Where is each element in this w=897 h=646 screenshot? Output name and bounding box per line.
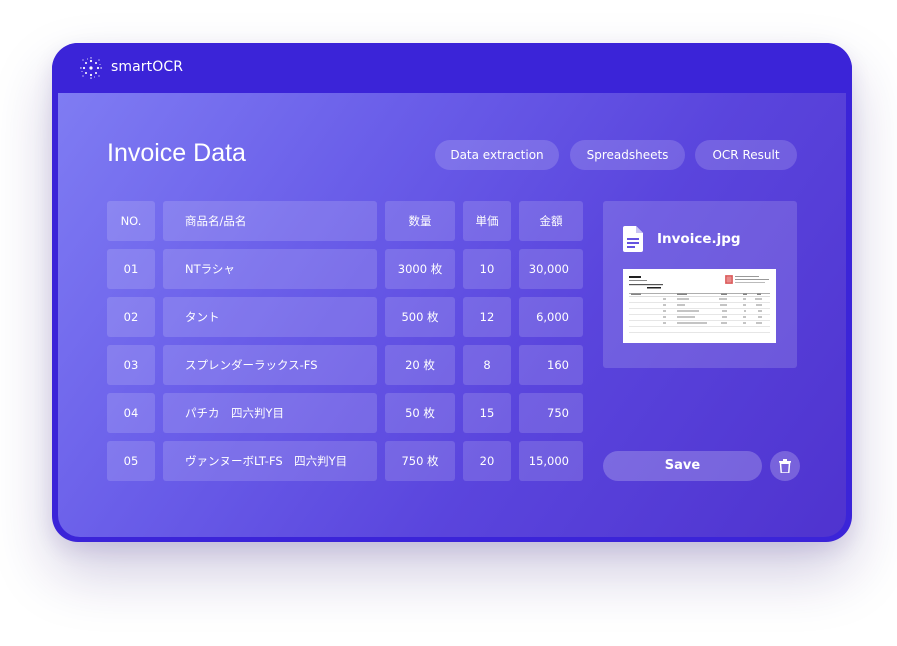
trash-icon <box>779 459 791 473</box>
page-title: Invoice Data <box>107 139 246 167</box>
table-cell-name: タント <box>163 297 377 337</box>
tab-ocr-result[interactable]: OCR Result <box>695 140 797 170</box>
table-cell-price: 8 <box>463 345 511 385</box>
tab-data-extraction[interactable]: Data extraction <box>435 140 559 170</box>
table-cell-name: スプレンダーラックス-FS <box>163 345 377 385</box>
table-cell-amount: 750 <box>519 393 583 433</box>
table-cell-amount: 30,000 <box>519 249 583 289</box>
save-button[interactable]: Save <box>603 451 762 481</box>
title-bar: smartOCR <box>52 43 852 93</box>
invoice-thumbnail[interactable] <box>623 269 776 343</box>
table-cell-no: 02 <box>107 297 155 337</box>
file-preview-card[interactable]: Invoice.jpg <box>603 201 797 368</box>
app-name: smartOCR <box>111 59 184 75</box>
tab-spreadsheets[interactable]: Spreadsheets <box>570 140 685 170</box>
table-cell-no: 01 <box>107 249 155 289</box>
table-cell-price: 10 <box>463 249 511 289</box>
invoice-thumbnail-image <box>623 269 776 343</box>
file-name: Invoice.jpg <box>657 231 741 247</box>
table-cell-amount: 6,000 <box>519 297 583 337</box>
delete-button[interactable] <box>770 451 800 481</box>
table-cell-price: 12 <box>463 297 511 337</box>
table-cell-name: パチカ 四六判Y目 <box>163 393 377 433</box>
table-cell-price: 20 <box>463 441 511 481</box>
table-cell-amount: 160 <box>519 345 583 385</box>
table-cell-no: 05 <box>107 441 155 481</box>
table-cell-qty: 750 枚 <box>385 441 455 481</box>
document-icon <box>623 226 643 252</box>
table-cell-price: 15 <box>463 393 511 433</box>
column-header-amount: 金額 <box>519 201 583 241</box>
table-cell-no: 03 <box>107 345 155 385</box>
app-window: smartOCR Invoice Data Data extraction Sp… <box>52 43 852 542</box>
table-cell-name: ヴァンヌーボLT-FS 四六判Y目 <box>163 441 377 481</box>
column-header-product-name: 商品名/品名 <box>163 201 377 241</box>
sparkle-dots-icon <box>80 57 102 79</box>
column-header-quantity: 数量 <box>385 201 455 241</box>
table-cell-qty: 50 枚 <box>385 393 455 433</box>
table-cell-no: 04 <box>107 393 155 433</box>
table-cell-name: NTラシャ <box>163 249 377 289</box>
table-cell-qty: 500 枚 <box>385 297 455 337</box>
column-header-no: NO. <box>107 201 155 241</box>
main-panel: Invoice Data Data extraction Spreadsheet… <box>58 93 846 537</box>
table-cell-qty: 20 枚 <box>385 345 455 385</box>
table-cell-amount: 15,000 <box>519 441 583 481</box>
column-header-unit-price: 単価 <box>463 201 511 241</box>
table-cell-qty: 3000 枚 <box>385 249 455 289</box>
